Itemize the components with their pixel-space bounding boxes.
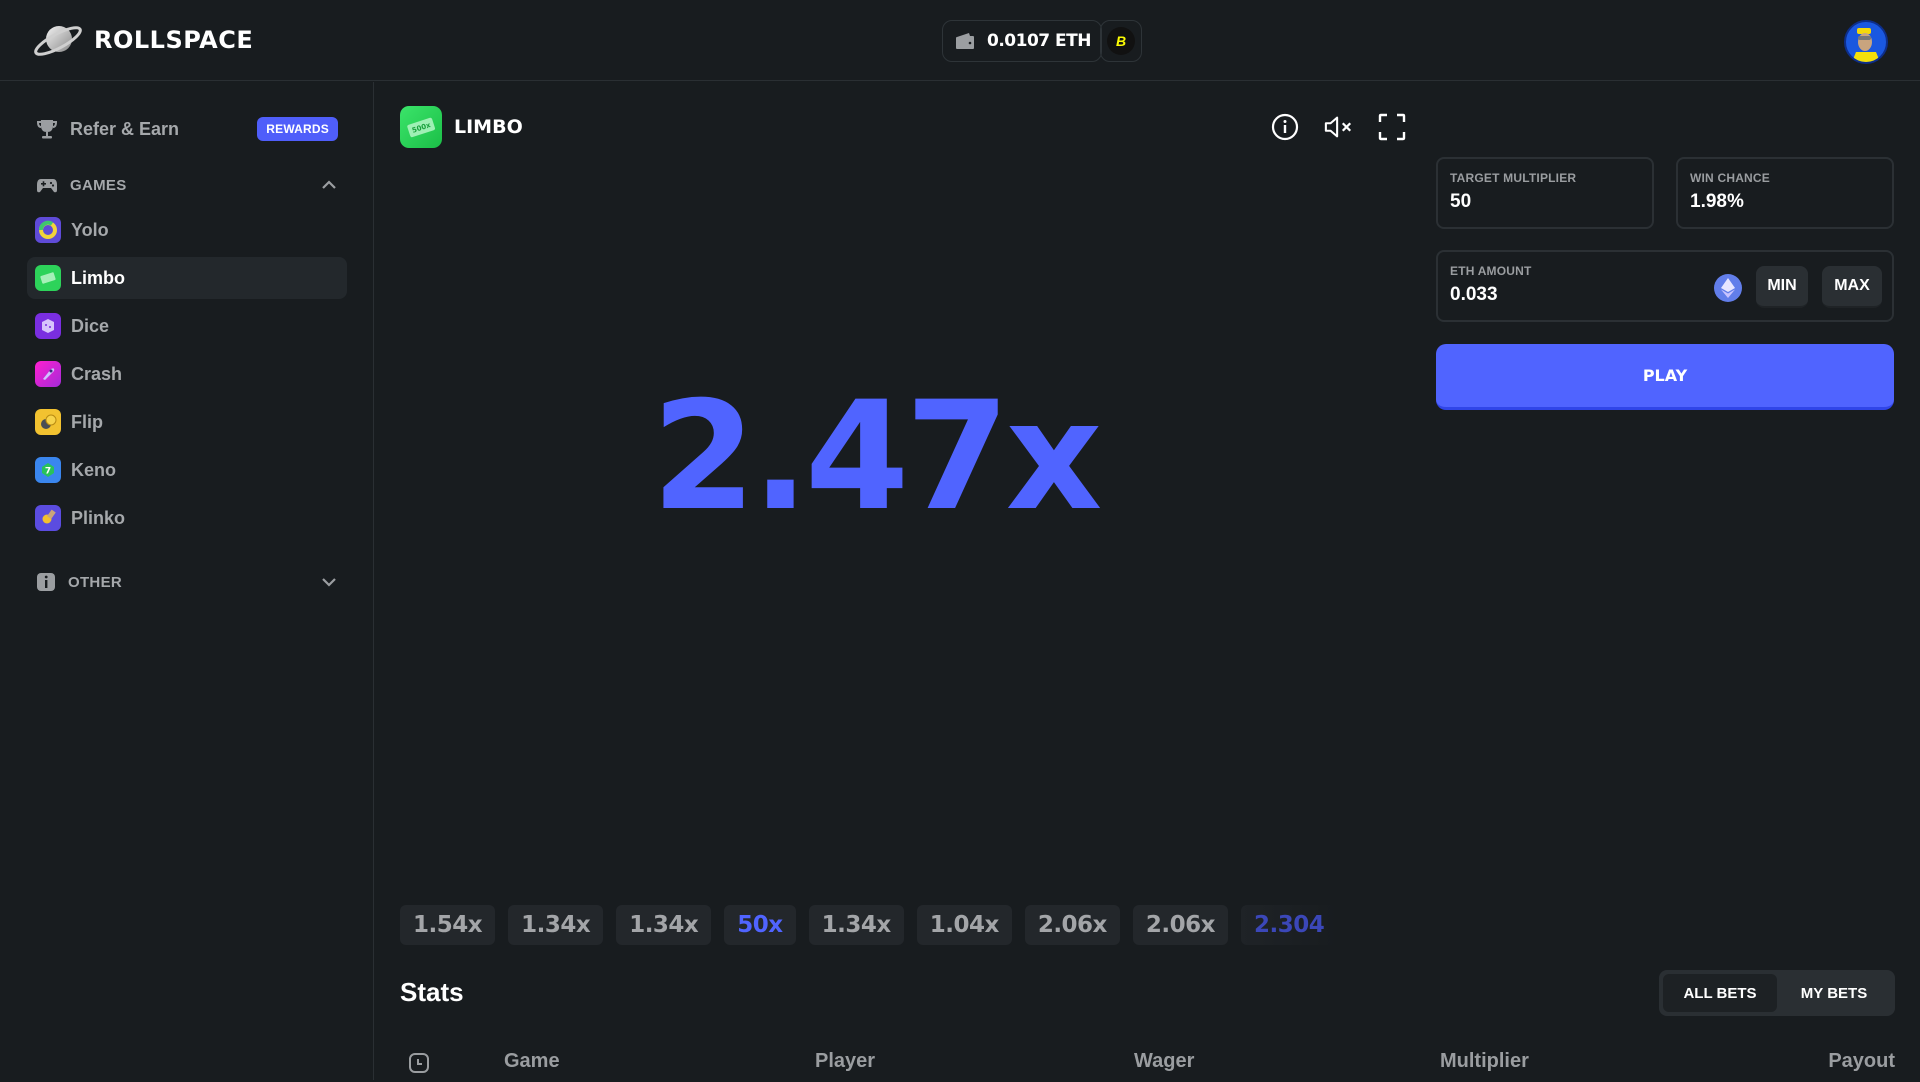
svg-text:7: 7 [45, 467, 51, 477]
sidebar-item-dice[interactable]: Dice [27, 305, 347, 347]
other-section-label: OTHER [68, 573, 122, 591]
history-chip: 1.54x [400, 905, 496, 945]
other-section-toggle[interactable]: OTHER [36, 567, 338, 597]
eth-amount-field[interactable]: ETH AMOUNT 0.033 MIN MAX [1436, 250, 1894, 322]
game-title: LIMBO [454, 116, 523, 138]
sidebar-item-limbo[interactable]: Limbo [27, 257, 347, 299]
user-avatar[interactable] [1844, 20, 1888, 64]
games-section-toggle[interactable]: GAMES [36, 170, 338, 200]
sidebar-item-label: Keno [71, 459, 116, 480]
info-square-icon [37, 573, 55, 591]
column-payout: Payout [1828, 1050, 1895, 1072]
target-multiplier-label: TARGET MULTIPLIER [1450, 171, 1577, 185]
sidebar-item-label: Dice [71, 315, 110, 336]
bets-toggle: ALL BETS MY BETS [1659, 970, 1895, 1016]
gamepad-icon [37, 179, 57, 193]
target-multiplier-field[interactable]: TARGET MULTIPLIER 50 [1436, 157, 1654, 229]
game-header: 500x LIMBO [400, 106, 523, 148]
tab-my-bets[interactable]: MY BETS [1777, 974, 1891, 1012]
tab-all-bets[interactable]: ALL BETS [1663, 974, 1777, 1012]
mute-button[interactable] [1324, 112, 1354, 142]
network-button[interactable]: B [1100, 20, 1142, 62]
sidebar-item-label: Flip [71, 411, 103, 432]
ethereum-icon [1714, 274, 1742, 302]
history-chip-latest: 2.304 [1241, 905, 1338, 945]
history-chip-win: 50x [724, 905, 796, 945]
chevron-down-icon [320, 573, 338, 591]
column-wager: Wager [1134, 1050, 1195, 1072]
games-section-label: GAMES [70, 176, 127, 194]
ape-avatar-icon [1852, 28, 1880, 62]
history-chip: 1.04x [916, 905, 1012, 945]
sidebar-item-flip[interactable]: Flip [27, 401, 347, 443]
fullscreen-icon [1378, 113, 1406, 141]
stats-title: Stats [400, 977, 464, 1007]
stats-table-header: Game Player Wager Multiplier Payout [400, 1042, 1895, 1082]
column-game: Game [504, 1050, 560, 1072]
history-chip: 1.34x [616, 905, 712, 945]
min-button[interactable]: MIN [1756, 266, 1808, 308]
wallet-icon [956, 33, 974, 49]
plinko-icon [35, 505, 61, 531]
trophy-icon [36, 120, 58, 139]
refer-earn-label: Refer & Earn [70, 118, 180, 139]
play-button[interactable]: PLAY [1436, 344, 1894, 410]
brand-logo[interactable]: ROLLSPACE [32, 22, 253, 58]
column-multiplier: Multiplier [1440, 1050, 1529, 1072]
dice-icon [35, 313, 61, 339]
eth-amount-label: ETH AMOUNT [1450, 264, 1532, 278]
top-bar: ROLLSPACE 0.0107 ETH B [0, 0, 1920, 81]
history-chip: 1.34x [808, 905, 904, 945]
main-content: 500x LIMBO 2.47x TARGET MULTIPLIER 50 WI… [375, 82, 1920, 1080]
result-history: 1.54x 1.34x 1.34x 50x 1.34x 1.04x 2.06x … [400, 905, 1338, 945]
sidebar-item-label: Limbo [71, 267, 125, 288]
coin-flip-icon [35, 409, 61, 435]
limbo-icon [35, 265, 61, 291]
sidebar-item-label: Plinko [71, 507, 126, 528]
wallet-balance-button[interactable]: 0.0107 ETH [942, 20, 1102, 62]
sidebar-item-crash[interactable]: Crash [27, 353, 347, 395]
sidebar-item-keno[interactable]: 7 Keno [27, 449, 347, 491]
rewards-badge[interactable]: REWARDS [257, 117, 338, 141]
result-multiplier: 2.47x [651, 370, 1103, 544]
blast-network-icon: B [1107, 27, 1135, 55]
column-player: Player [815, 1050, 876, 1072]
sidebar-item-plinko[interactable]: Plinko [27, 497, 347, 539]
planet-logo-icon [34, 26, 82, 56]
brand-name: ROLLSPACE [94, 26, 254, 54]
win-chance-label: WIN CHANCE [1690, 171, 1770, 185]
wallet-amount: 0.0107 ETH [987, 31, 1091, 51]
target-multiplier-value[interactable]: 50 [1450, 191, 1640, 213]
fullscreen-button[interactable] [1377, 112, 1407, 142]
speaker-muted-icon [1324, 116, 1352, 138]
history-chip: 2.06x [1024, 905, 1120, 945]
yolo-icon [35, 217, 61, 243]
chevron-up-icon [320, 176, 338, 194]
rocket-icon [35, 361, 61, 387]
history-chip: 1.34x [508, 905, 604, 945]
refer-earn-link[interactable]: Refer & Earn REWARDS [36, 114, 338, 144]
max-button[interactable]: MAX [1822, 266, 1882, 308]
info-icon [1271, 113, 1299, 141]
win-chance-value[interactable]: 1.98% [1690, 191, 1880, 213]
info-button[interactable] [1270, 112, 1300, 142]
sidebar-item-label: Yolo [71, 219, 109, 240]
history-chip: 2.06x [1132, 905, 1228, 945]
clock-icon [408, 1052, 430, 1080]
sidebar-item-yolo[interactable]: Yolo [27, 209, 347, 251]
limbo-game-icon: 500x [400, 106, 442, 148]
eth-amount-value[interactable]: 0.033 [1450, 284, 1880, 306]
sidebar-item-label: Crash [71, 363, 123, 384]
keno-icon: 7 [35, 457, 61, 483]
win-chance-field[interactable]: WIN CHANCE 1.98% [1676, 157, 1894, 229]
sidebar: Refer & Earn REWARDS GAMES Yolo Limbo Di… [0, 82, 374, 1080]
